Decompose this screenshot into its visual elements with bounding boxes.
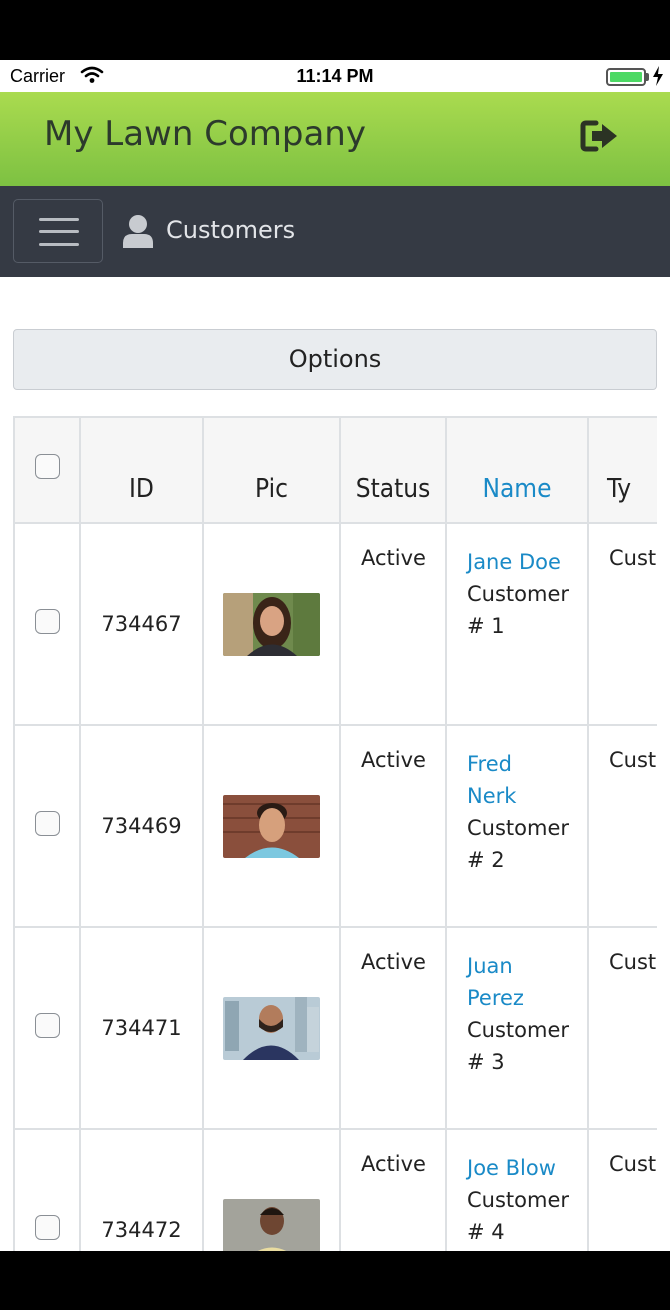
row-checkbox[interactable] <box>34 1215 60 1240</box>
app-title: My Lawn Company <box>44 114 366 154</box>
customer-name-cell: Jane Doe Customer # 1 <box>445 522 589 726</box>
customer-type: Custo <box>587 1128 657 1251</box>
customer-number: # 4 <box>467 1220 505 1244</box>
customer-name-link[interactable]: Jane Doe <box>467 546 577 578</box>
row-select-cell <box>13 522 81 726</box>
customer-id: 734471 <box>79 926 204 1130</box>
select-all-cell <box>13 416 81 524</box>
logout-icon[interactable] <box>580 118 620 158</box>
column-header-status[interactable]: Status <box>339 416 447 524</box>
customer-name-cell: Juan Perez Customer # 3 <box>445 926 589 1130</box>
customer-name-link-line2[interactable]: Nerk <box>467 780 577 812</box>
customer-photo-cell <box>202 522 341 726</box>
bottom-bezel <box>0 1251 670 1310</box>
customer-id: 734472 <box>79 1128 204 1251</box>
column-header-type[interactable]: Ty <box>587 416 657 524</box>
customer-status: Active <box>339 1128 447 1251</box>
customer-status: Active <box>339 926 447 1130</box>
column-header-id[interactable]: ID <box>79 416 204 524</box>
battery-icon <box>606 68 646 86</box>
customer-photo <box>223 592 320 656</box>
customer-name-cell: Joe Blow Customer # 4 <box>445 1128 589 1251</box>
customer-name-cell: Fred Nerk Customer # 2 <box>445 724 589 928</box>
hamburger-menu-icon[interactable] <box>13 199 103 263</box>
customer-photo <box>223 996 320 1060</box>
row-checkbox[interactable] <box>34 811 60 836</box>
customer-type: Custo <box>587 926 657 1130</box>
row-checkbox[interactable] <box>34 1013 60 1038</box>
customer-status: Active <box>339 724 447 928</box>
status-bar: Carrier 11:14 PM <box>0 60 670 92</box>
customer-type: Custo <box>587 522 657 726</box>
customer-photo-cell <box>202 724 341 928</box>
user-icon <box>122 214 154 252</box>
table-header-row: ID Pic Status Name Ty <box>13 416 657 524</box>
table-row: 734471 Active Juan Perez Customer # 3 Cu… <box>13 926 657 1130</box>
customer-name-link[interactable]: Joe Blow <box>467 1152 577 1184</box>
row-select-cell <box>13 926 81 1130</box>
customer-status: Active <box>339 522 447 726</box>
customer-type: Custo <box>587 724 657 928</box>
main-content: Options ID Pic Status Name Ty 734467 Act… <box>0 277 670 1251</box>
customer-photo <box>223 794 320 858</box>
customer-label: Customer <box>467 1018 570 1042</box>
charging-bolt-icon <box>652 65 664 92</box>
table-row: 734469 Active Fred Nerk Customer # 2 Cus… <box>13 724 657 928</box>
options-button[interactable]: Options <box>13 329 657 390</box>
customer-id: 734469 <box>79 724 204 928</box>
table-row: 734472 Active Joe Blow Customer # 4 Cust <box>13 1128 657 1251</box>
column-header-name[interactable]: Name <box>445 416 589 524</box>
clock: 11:14 PM <box>296 66 374 86</box>
battery-cap <box>646 73 649 81</box>
customer-label: Customer <box>467 582 570 606</box>
customer-photo-cell <box>202 1128 341 1251</box>
customer-photo-cell <box>202 926 341 1130</box>
customer-name-link-line2[interactable]: Perez <box>467 982 577 1014</box>
customer-number: # 1 <box>467 614 505 638</box>
app-header: My Lawn Company <box>0 92 670 186</box>
customer-photo <box>223 1198 320 1251</box>
select-all-checkbox[interactable] <box>34 454 60 479</box>
top-bezel <box>0 0 670 60</box>
row-select-cell <box>13 1128 81 1251</box>
table-row: 734467 Active Jane Doe Customer # 1 Cust <box>13 522 657 726</box>
customer-label: Customer <box>467 1188 570 1212</box>
customer-name-link[interactable]: Juan <box>467 950 577 982</box>
row-select-cell <box>13 724 81 928</box>
customer-label: Customer <box>467 816 570 840</box>
customers-table: ID Pic Status Name Ty 734467 Active Jane… <box>13 416 657 1251</box>
row-checkbox[interactable] <box>34 609 60 634</box>
column-header-pic: Pic <box>202 416 341 524</box>
page-title: Customers <box>166 216 296 244</box>
customer-id: 734467 <box>79 522 204 726</box>
customer-number: # 2 <box>467 848 505 872</box>
customer-number: # 3 <box>467 1050 505 1074</box>
nav-bar: Customers <box>0 186 670 277</box>
customer-name-link[interactable]: Fred <box>467 748 577 780</box>
